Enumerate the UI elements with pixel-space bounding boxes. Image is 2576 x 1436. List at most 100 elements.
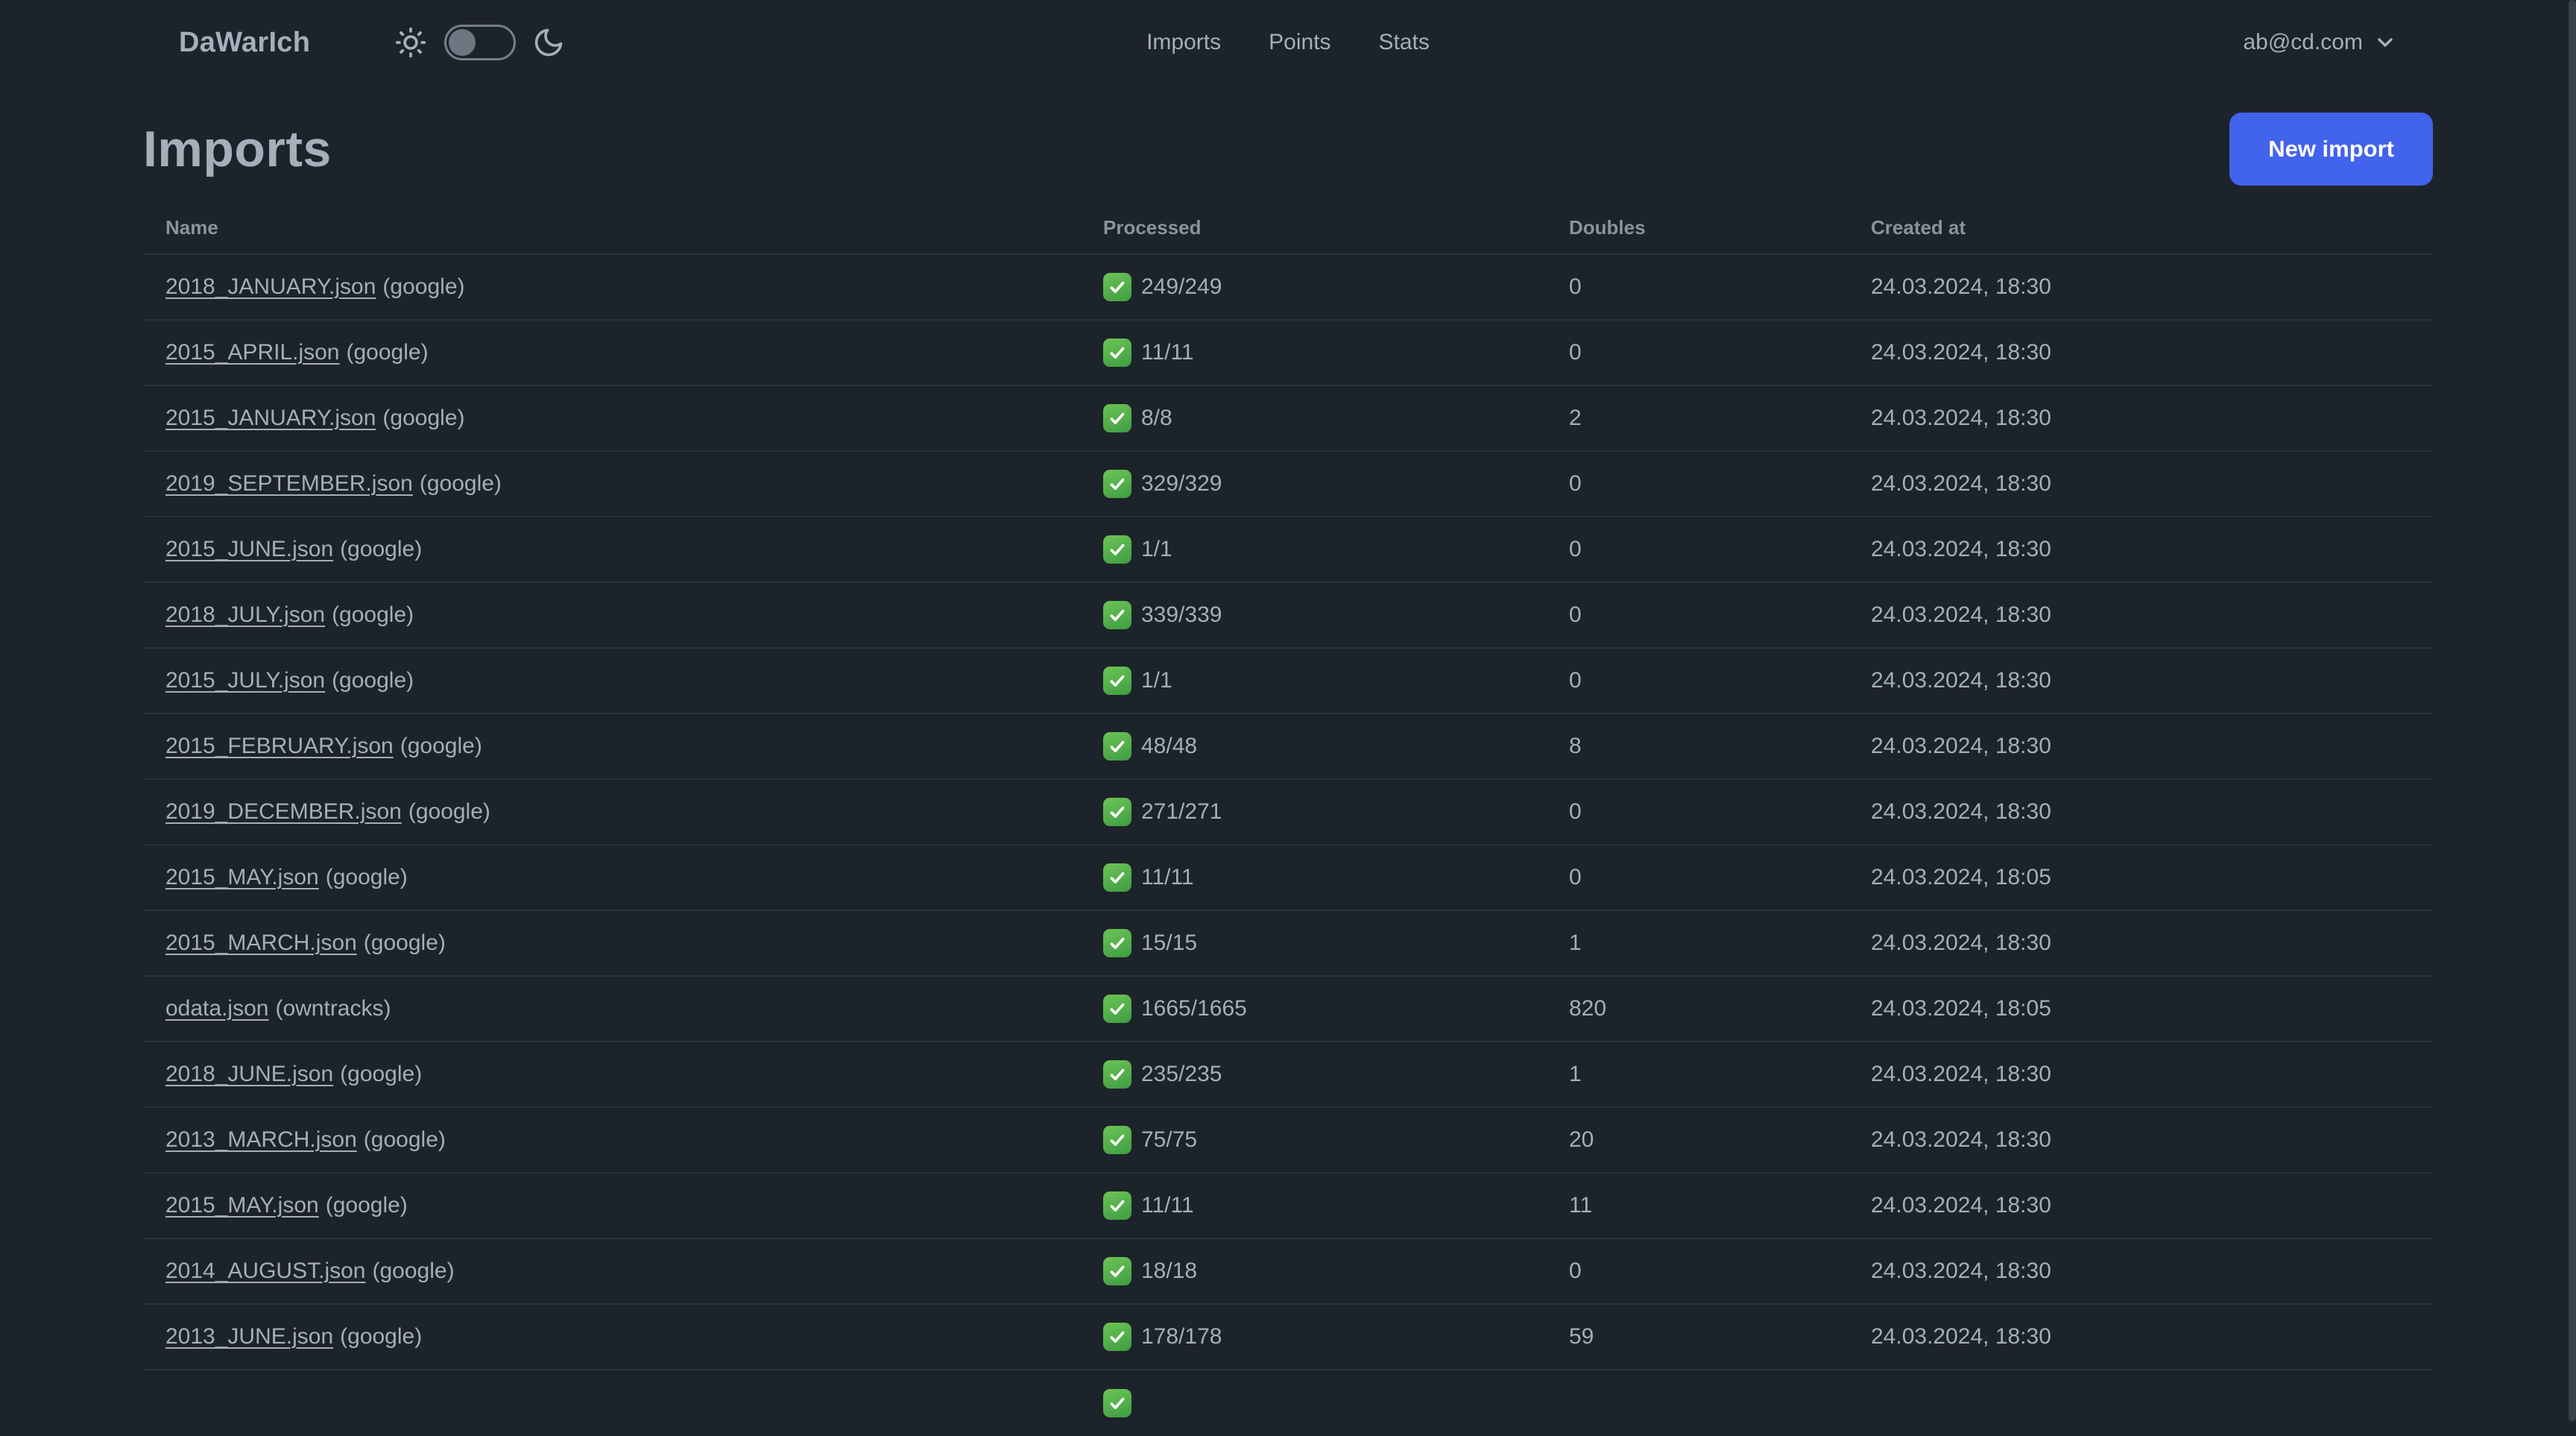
doubles-count: 59 <box>1569 1324 1594 1349</box>
success-check-icon <box>1103 470 1131 498</box>
processed-cell: 48/48 <box>1103 732 1569 760</box>
import-file-link[interactable]: 2019_SEPTEMBER.json <box>165 471 413 496</box>
table-row: odata.json (owntracks) 1665/1665 820 24.0… <box>143 977 2433 1042</box>
table-row: 2015_JULY.json (google) 1/1 0 24.03.2024,… <box>143 649 2433 714</box>
processed-cell: 339/339 <box>1103 601 1569 629</box>
import-source-label: (google) <box>419 471 502 496</box>
import-file-link[interactable]: 2013_MARCH.json <box>165 1127 357 1152</box>
success-check-icon <box>1103 1191 1131 1220</box>
processed-cell: 1/1 <box>1103 535 1569 564</box>
chevron-down-icon <box>2378 38 2393 47</box>
import-file-link[interactable]: 2018_JANUARY.json <box>165 274 376 299</box>
doubles-count: 1 <box>1569 930 1582 955</box>
table-row: 2018_JUNE.json (google) 235/235 1 24.03.2… <box>143 1042 2433 1108</box>
processed-count: 15/15 <box>1141 930 1198 955</box>
import-file-link[interactable]: 2015_JANUARY.json <box>165 406 376 430</box>
name-cell: 2019_DECEMBER.json (google) <box>165 799 1103 825</box>
import-file-link[interactable]: 2019_DECEMBER.json <box>165 799 402 824</box>
import-file-link[interactable]: 2015_APRIL.json <box>165 340 340 365</box>
scrollbar[interactable] <box>2564 0 2576 1421</box>
import-file-link[interactable]: 2015_MAY.json <box>165 1193 319 1218</box>
user-menu[interactable]: ab@cd.com <box>2243 30 2397 55</box>
table-row: 2013_JUNE.json (google) 178/178 59 24.03.… <box>143 1305 2433 1370</box>
import-file-link[interactable]: odata.json <box>165 996 268 1021</box>
import-file-link[interactable]: 2018_JULY.json <box>165 602 325 627</box>
theme-toggle <box>394 25 565 60</box>
app-logo[interactable]: DaWarIch <box>179 27 310 59</box>
import-file-link[interactable]: 2015_FEBRUARY.json <box>165 734 394 758</box>
table-row-partial <box>143 1370 2433 1436</box>
processed-cell: 75/75 <box>1103 1126 1569 1154</box>
name-cell: 2015_APRIL.json (google) <box>165 340 1103 365</box>
import-source-label: (google) <box>363 930 446 955</box>
name-cell: 2018_JANUARY.json (google) <box>165 274 1103 300</box>
processed-cell: 11/11 <box>1103 1191 1569 1220</box>
import-file-link[interactable]: 2015_JUNE.json <box>165 537 333 561</box>
import-file-link[interactable]: 2018_JUNE.json <box>165 1062 333 1086</box>
doubles-count: 0 <box>1569 274 1582 299</box>
nav-item-imports[interactable]: Imports <box>1146 30 1221 55</box>
import-source-label: (google) <box>325 1193 408 1218</box>
theme-toggle-knob[interactable] <box>449 29 476 56</box>
main-nav: Imports Points Stats <box>1146 30 1430 55</box>
doubles-count: 0 <box>1569 1259 1582 1283</box>
import-source-label: (google) <box>382 274 465 299</box>
name-cell: 2015_FEBRUARY.json (google) <box>165 734 1103 759</box>
theme-toggle-switch[interactable] <box>444 25 517 60</box>
nav-item-stats[interactable]: Stats <box>1379 30 1430 55</box>
import-source-label: (google) <box>340 537 423 561</box>
column-header-processed: Processed <box>1103 215 1202 239</box>
created-at: 24.03.2024, 18:30 <box>1871 799 2051 824</box>
import-source-label: (google) <box>346 340 429 365</box>
processed-cell: 271/271 <box>1103 798 1569 826</box>
processed-count: 8/8 <box>1141 406 1172 430</box>
table-row: 2019_SEPTEMBER.json (google) 329/329 0 24… <box>143 452 2433 517</box>
scrollbar-thumb[interactable] <box>2569 0 2576 1421</box>
processed-count: 11/11 <box>1141 865 1194 889</box>
success-check-icon <box>1103 1389 1131 1417</box>
created-at: 24.03.2024, 18:30 <box>1871 537 2051 561</box>
import-file-link[interactable]: 2015_JULY.json <box>165 668 325 693</box>
processed-cell: 249/249 <box>1103 273 1569 301</box>
processed-count: 329/329 <box>1141 471 1222 496</box>
created-at: 24.03.2024, 18:30 <box>1871 668 2051 693</box>
import-source-label: (google) <box>332 602 414 627</box>
import-file-link[interactable]: 2015_MAY.json <box>165 865 319 889</box>
created-at: 24.03.2024, 18:30 <box>1871 602 2051 627</box>
table-row: 2015_FEBRUARY.json (google) 48/48 8 24.03… <box>143 714 2433 780</box>
table-row: 2015_APRIL.json (google) 11/11 0 24.03.20… <box>143 321 2433 386</box>
doubles-count: 20 <box>1569 1127 1594 1152</box>
column-header-created-at: Created at <box>1871 215 1966 239</box>
table-row: 2014_AUGUST.json (google) 18/18 0 24.03.2… <box>143 1239 2433 1305</box>
import-file-link[interactable]: 2014_AUGUST.json <box>165 1259 365 1283</box>
import-source-label: (google) <box>340 1324 423 1349</box>
doubles-count: 8 <box>1569 734 1582 758</box>
import-source-label: (google) <box>340 1062 423 1086</box>
name-cell: 2018_JUNE.json (google) <box>165 1062 1103 1087</box>
new-import-button[interactable]: New import <box>2229 113 2433 186</box>
table-row: 2019_DECEMBER.json (google) 271/271 0 24.… <box>143 780 2433 845</box>
success-check-icon <box>1103 929 1131 957</box>
import-source-label: (google) <box>382 406 465 430</box>
import-source-label: (google) <box>325 865 408 889</box>
processed-count: 11/11 <box>1141 1193 1194 1218</box>
import-file-link[interactable]: 2013_JUNE.json <box>165 1324 333 1349</box>
processed-cell: 235/235 <box>1103 1060 1569 1089</box>
processed-cell: 1/1 <box>1103 667 1569 695</box>
imports-table: Name Processed Doubles Created at 2018_J… <box>143 186 2433 1436</box>
import-source-label: (google) <box>372 1259 455 1283</box>
created-at: 24.03.2024, 18:30 <box>1871 734 2051 758</box>
name-cell: 2015_JUNE.json (google) <box>165 537 1103 562</box>
success-check-icon <box>1103 798 1131 826</box>
processed-cell: 11/11 <box>1103 338 1569 367</box>
import-source-label: (google) <box>400 734 482 758</box>
processed-count: 1665/1665 <box>1141 996 1247 1021</box>
name-cell: 2013_JUNE.json (google) <box>165 1324 1103 1350</box>
nav-item-points[interactable]: Points <box>1269 30 1330 55</box>
processed-cell: 15/15 <box>1103 929 1569 957</box>
import-file-link[interactable]: 2015_MARCH.json <box>165 930 357 955</box>
table-row: 2015_MAY.json (google) 11/11 0 24.03.2024… <box>143 845 2433 911</box>
import-source-label: (owntracks) <box>275 996 391 1021</box>
created-at: 24.03.2024, 18:30 <box>1871 930 2051 955</box>
table-row: 2013_MARCH.json (google) 75/75 20 24.03.2… <box>143 1108 2433 1174</box>
